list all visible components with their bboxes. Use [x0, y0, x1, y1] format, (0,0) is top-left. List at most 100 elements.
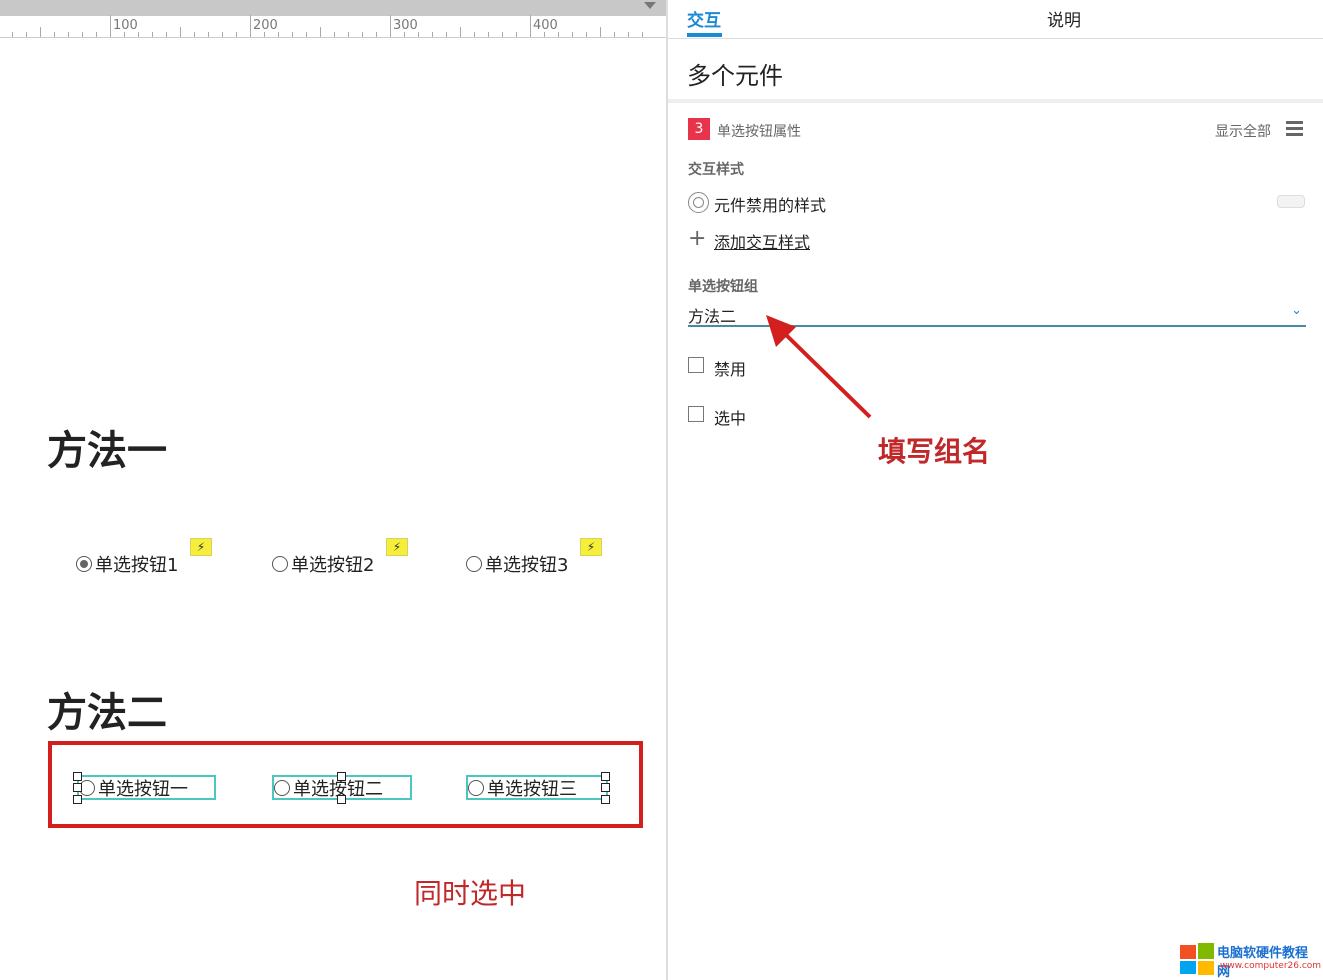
- section-title: 单选按钮属性: [717, 124, 801, 140]
- ruler-tick: [572, 32, 573, 37]
- resize-handle[interactable]: [337, 795, 346, 804]
- radio-checked-dot: [80, 560, 88, 568]
- tab-notes[interactable]: 说明: [1047, 6, 1081, 31]
- watermark: 电脑软硬件教程网 www.computer26.com: [1180, 940, 1322, 980]
- panel-divider[interactable]: [666, 0, 668, 980]
- dropdown-triangle-icon[interactable]: [644, 2, 656, 9]
- ruler-tick: [40, 27, 41, 37]
- radio-label: 单选按钮三: [487, 778, 577, 800]
- ruler-tick: [236, 32, 237, 37]
- ruler-tick: [376, 32, 377, 37]
- chevron-down-icon[interactable]: ⌄: [1291, 303, 1302, 318]
- ruler-tick: [152, 32, 153, 37]
- annotation-select-together: 同时选中: [414, 877, 527, 910]
- ruler-tick: [474, 32, 475, 37]
- add-style-link[interactable]: 添加交互样式: [714, 229, 810, 253]
- radio-button-2[interactable]: 单选按钮2: [272, 551, 374, 577]
- ruler-tick: [516, 32, 517, 37]
- tab-interaction[interactable]: 交互: [687, 6, 721, 31]
- radio-label: 单选按钮2: [291, 555, 375, 576]
- ruler-tick: [614, 32, 615, 37]
- radio-button-three[interactable]: 单选按钮三: [466, 775, 608, 800]
- ruler-tick: [334, 32, 335, 37]
- resize-handle[interactable]: [601, 783, 610, 792]
- ruler-tick: [628, 32, 629, 37]
- ruler-tick: [390, 15, 391, 37]
- ruler-tick: [642, 32, 643, 37]
- ruler-tick: [138, 32, 139, 37]
- tab-divider: [668, 38, 1323, 39]
- lightning-icon[interactable]: ⚡: [386, 538, 408, 556]
- target-icon: [688, 192, 709, 213]
- toggle-switch[interactable]: [1277, 195, 1305, 208]
- resize-handle[interactable]: [337, 772, 346, 781]
- active-tab-indicator: [687, 33, 722, 37]
- windows-logo-icon: [1180, 943, 1214, 975]
- ruler-tick: [362, 32, 363, 37]
- lightning-icon[interactable]: ⚡: [580, 538, 602, 556]
- radio-button-1[interactable]: 单选按钮1: [76, 551, 178, 577]
- plus-icon: +: [688, 226, 707, 251]
- ruler-tick: [558, 32, 559, 37]
- ruler-tick: [222, 32, 223, 37]
- ruler-label: 400: [533, 18, 558, 33]
- radio-button-one[interactable]: 单选按钮一: [77, 775, 216, 800]
- group-name-value: 方法二: [688, 307, 737, 326]
- method1-title: 方法一: [47, 428, 167, 474]
- show-all-link[interactable]: 显示全部: [1215, 121, 1271, 141]
- watermark-url: www.computer26.com: [1220, 961, 1322, 971]
- resize-handle[interactable]: [73, 783, 82, 792]
- ruler-tick: [54, 32, 55, 37]
- group-label: 单选按钮组: [688, 279, 758, 295]
- ruler-tick: [292, 32, 293, 37]
- radio-button-3[interactable]: 单选按钮3: [466, 551, 568, 577]
- ruler-tick: [208, 32, 209, 37]
- ruler-tick: [306, 32, 307, 37]
- ruler-tick: [82, 32, 83, 37]
- disabled-checkbox[interactable]: [688, 357, 704, 373]
- disabled-checkbox-label: 禁用: [714, 360, 747, 379]
- resize-handle[interactable]: [601, 795, 610, 804]
- radio-label: 单选按钮3: [485, 555, 569, 576]
- menu-icon[interactable]: [1286, 121, 1303, 136]
- resize-handle[interactable]: [73, 795, 82, 804]
- ruler-tick: [278, 32, 279, 37]
- resize-handle[interactable]: [601, 772, 610, 781]
- ruler-tick: [488, 32, 489, 37]
- ruler-tick: [432, 32, 433, 37]
- radio-label: 单选按钮1: [95, 555, 179, 576]
- ruler-tick: [166, 32, 167, 37]
- ruler-tick: [446, 32, 447, 37]
- ruler-tick: [180, 27, 181, 37]
- annotation-group-name: 填写组名: [878, 435, 991, 468]
- ruler-tick: [600, 27, 601, 37]
- ruler-tick: [110, 15, 111, 37]
- ruler-tick: [348, 32, 349, 37]
- ruler-tick: [96, 32, 97, 37]
- ruler-label: 200: [253, 18, 278, 33]
- lightning-icon[interactable]: ⚡: [190, 538, 212, 556]
- method2-title: 方法二: [47, 690, 167, 736]
- canvas-top-bar: [0, 0, 666, 16]
- ruler-tick: [460, 27, 461, 37]
- ruler-tick: [586, 32, 587, 37]
- ruler-label: 300: [393, 18, 418, 33]
- selected-checkbox[interactable]: [688, 406, 704, 422]
- count-badge: 3: [688, 118, 710, 140]
- selected-checkbox-label: 选中: [714, 409, 747, 428]
- ruler-tick: [68, 32, 69, 37]
- disabled-style-item[interactable]: 元件禁用的样式: [714, 192, 826, 216]
- interaction-style-label: 交互样式: [688, 162, 744, 178]
- ruler-tick: [320, 27, 321, 37]
- ruler-tick: [194, 32, 195, 37]
- radio-label: 单选按钮一: [98, 778, 188, 800]
- annotation-arrow: [766, 315, 872, 419]
- panel-title: 多个元件: [687, 62, 783, 90]
- ruler-label: 100: [113, 18, 138, 33]
- ruler-tick: [250, 15, 251, 37]
- section-divider: [668, 99, 1323, 103]
- resize-handle[interactable]: [73, 772, 82, 781]
- ruler-tick: [530, 15, 531, 37]
- ruler-tick: [502, 32, 503, 37]
- ruler-tick: [12, 32, 13, 37]
